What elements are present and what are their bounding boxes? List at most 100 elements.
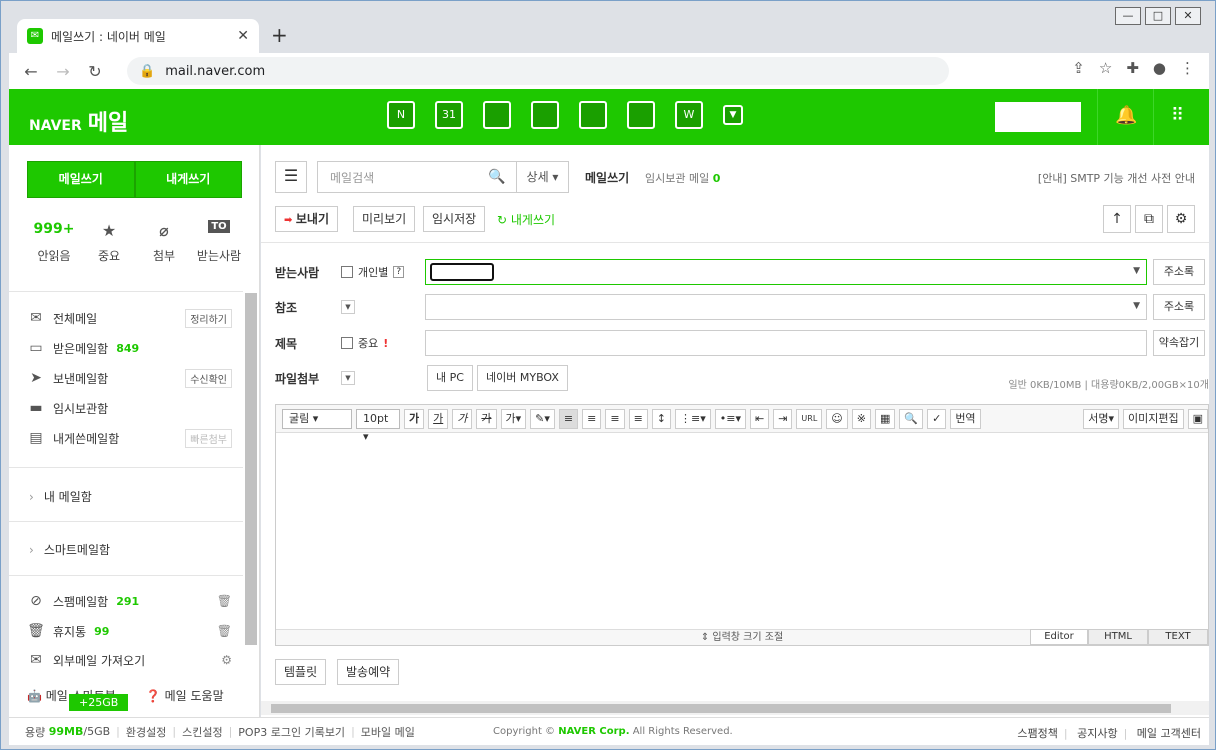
group-my-mailboxes[interactable]: › 내 메일함 [29, 488, 92, 505]
cc-toggle-dropdown[interactable]: ▼ [341, 300, 355, 314]
editor-mode-tab[interactable]: Editor [1030, 629, 1088, 645]
spellcheck-icon[interactable]: ✓ [927, 408, 947, 429]
extensions-icon[interactable]: ✚ [1126, 59, 1139, 77]
individual-checkbox[interactable]: 개인별? [341, 264, 425, 280]
text-mode-tab[interactable]: TEXT [1148, 629, 1208, 645]
align-left-icon[interactable]: ≡ [558, 408, 579, 429]
bookmark-star-icon[interactable]: ☆ [1099, 59, 1112, 77]
indent-icon[interactable]: ⇥ [773, 408, 793, 429]
translate-button[interactable]: 번역 [950, 408, 981, 429]
bold-icon[interactable]: 가 [404, 408, 425, 429]
save-draft-button[interactable]: 임시저장 [423, 206, 486, 232]
strikethrough-icon[interactable]: 가 [476, 408, 497, 429]
temp-mail-info[interactable]: 임시보관 메일 0 [645, 170, 720, 186]
my-pc-button[interactable]: 내 PC [427, 365, 473, 391]
font-color-icon[interactable]: 가▾ [500, 408, 527, 429]
close-window-button[interactable]: ✕ [1175, 7, 1201, 25]
bullet-list-icon[interactable]: •≡▾ [714, 408, 746, 429]
footer-link-mobile[interactable]: 모바일 메일 [361, 724, 415, 740]
link-icon[interactable]: URL [796, 408, 823, 429]
url-field[interactable]: 🔒 mail.naver.com [127, 57, 949, 85]
mailbox-spam[interactable]: ⊘ 스팸메일함 291 🗑 [27, 590, 232, 612]
reload-icon[interactable]: ↻ [79, 62, 111, 81]
settings-gear-icon[interactable]: ⚙ [1167, 205, 1195, 233]
line-height-icon[interactable]: ↕ [651, 408, 671, 429]
empty-trash-icon[interactable]: 🗑 [217, 594, 232, 608]
works-app-icon[interactable]: W [675, 101, 703, 129]
to-input[interactable]: ▼ [425, 259, 1147, 285]
align-right-icon[interactable]: ≡ [605, 408, 625, 429]
cleanup-button[interactable]: 정리하기 [185, 308, 232, 328]
chevron-down-icon[interactable]: ▼ [1133, 301, 1140, 311]
profile-icon[interactable]: ● [1153, 59, 1166, 77]
share-icon[interactable]: ⇪ [1072, 59, 1085, 77]
gear-icon[interactable]: ⚙ [221, 653, 232, 667]
italic-icon[interactable]: 가 [452, 408, 473, 429]
schedule-meeting-button[interactable]: 약속잡기 [1153, 330, 1205, 356]
send-button[interactable]: ➡ 보내기 [275, 206, 338, 232]
read-receipt-button[interactable]: 수신확인 [185, 368, 232, 388]
mailbox-trash[interactable]: 🗑 휴지통 99 🗑 [27, 620, 232, 642]
address-book-button[interactable]: 주소록 [1153, 259, 1205, 285]
horizontal-scrollbar[interactable] [261, 701, 1209, 715]
subject-input[interactable] [425, 330, 1147, 356]
footer-link-skin[interactable]: 스킨설정 [182, 724, 222, 740]
contacts-app-icon[interactable] [531, 101, 559, 129]
tab-close-icon[interactable]: ✕ [237, 28, 249, 44]
image-edit-button[interactable]: 이미지편집 [1122, 408, 1184, 429]
quick-attach-button[interactable]: 빠른첨부 [185, 428, 232, 448]
new-tab-button[interactable]: + [271, 23, 288, 47]
table-icon[interactable]: ▦ [874, 408, 896, 429]
attach-toggle-dropdown[interactable]: ▼ [341, 371, 355, 385]
more-apps-icon[interactable]: ▼ [723, 105, 743, 125]
storage-upgrade-badge[interactable]: +25GB [69, 694, 129, 711]
minimize-button[interactable]: — [1115, 7, 1141, 25]
help-icon[interactable]: ? [393, 266, 405, 278]
mail-help-link[interactable]: ❓ 메일 도움말 [146, 687, 224, 704]
footer-link-notice[interactable]: 공지사항 [1077, 727, 1117, 740]
browser-tab[interactable]: ✉ 메일쓰기 : 네이버 메일 ✕ [17, 19, 259, 53]
arrow-up-icon[interactable]: ↑ [1103, 205, 1131, 233]
memo-app-icon[interactable] [483, 101, 511, 129]
mailbox-external[interactable]: ✉ 외부메일 가져오기 ⚙ [27, 649, 232, 671]
office-app-icon[interactable] [627, 101, 655, 129]
search-detail-dropdown[interactable]: 상세 ▾ [516, 162, 568, 192]
menu-kebab-icon[interactable]: ⋮ [1180, 59, 1195, 77]
send-to-self-link[interactable]: ↻ 내게쓰기 [497, 211, 555, 228]
underline-icon[interactable]: 가 [428, 408, 449, 429]
outdent-icon[interactable]: ⇤ [749, 408, 770, 429]
filter-important[interactable]: ★ 중요 [84, 221, 134, 264]
group-smart-mailboxes[interactable]: › 스마트메일함 [29, 541, 110, 558]
notification-bell-icon[interactable]: 🔔 [1115, 105, 1137, 126]
align-justify-icon[interactable]: ≡ [628, 408, 648, 429]
hamburger-menu-icon[interactable]: ☰ [275, 161, 307, 193]
address-book-button[interactable]: 주소록 [1153, 294, 1205, 320]
emoticon-icon[interactable]: ☺ [826, 408, 848, 429]
notice-link[interactable]: [안내] SMTP 기능 개선 사전 안내 [1038, 170, 1195, 186]
cc-input[interactable]: ▼ [425, 294, 1147, 320]
footer-link-support[interactable]: 메일 고객센터 [1137, 727, 1201, 740]
write-to-self-button[interactable]: 내게쓰기 [134, 161, 242, 198]
forward-icon[interactable]: → [47, 62, 79, 81]
footer-link-settings[interactable]: 환경설정 [126, 724, 166, 740]
sidebar-scrollbar[interactable] [245, 293, 257, 645]
numbered-list-icon[interactable]: ⋮≡▾ [675, 408, 711, 429]
mailbox-self[interactable]: ▤ 내게쓴메일함 빠른첨부 [27, 427, 232, 449]
template-button[interactable]: 템플릿 [275, 659, 327, 685]
footer-link-spam-policy[interactable]: 스팸정책 [1017, 727, 1057, 740]
empty-trash-icon[interactable]: 🗑 [217, 624, 232, 638]
html-mode-tab[interactable]: HTML [1088, 629, 1148, 645]
recipient-chip[interactable] [430, 263, 494, 281]
popout-icon[interactable]: ⧉ [1135, 205, 1163, 233]
mailbox-inbox[interactable]: ▭ 받은메일함 849 [27, 337, 232, 359]
all-services-grid-icon[interactable]: ⠿ [1171, 105, 1184, 126]
calendar-app-icon[interactable]: 31 [435, 101, 463, 129]
filter-attachment[interactable]: ⌀ 첨부 [139, 221, 189, 264]
write-mail-button[interactable]: 메일쓰기 [27, 161, 135, 198]
mail-app-icon[interactable]: N [387, 101, 415, 129]
important-checkbox[interactable]: 중요! [341, 335, 425, 351]
schedule-send-button[interactable]: 발송예약 [337, 659, 400, 685]
naver-mail-logo[interactable]: NAVER 메일 [29, 105, 128, 137]
search-input[interactable]: 메일검색 [318, 169, 488, 186]
chevron-down-icon[interactable]: ▼ [1133, 266, 1140, 276]
